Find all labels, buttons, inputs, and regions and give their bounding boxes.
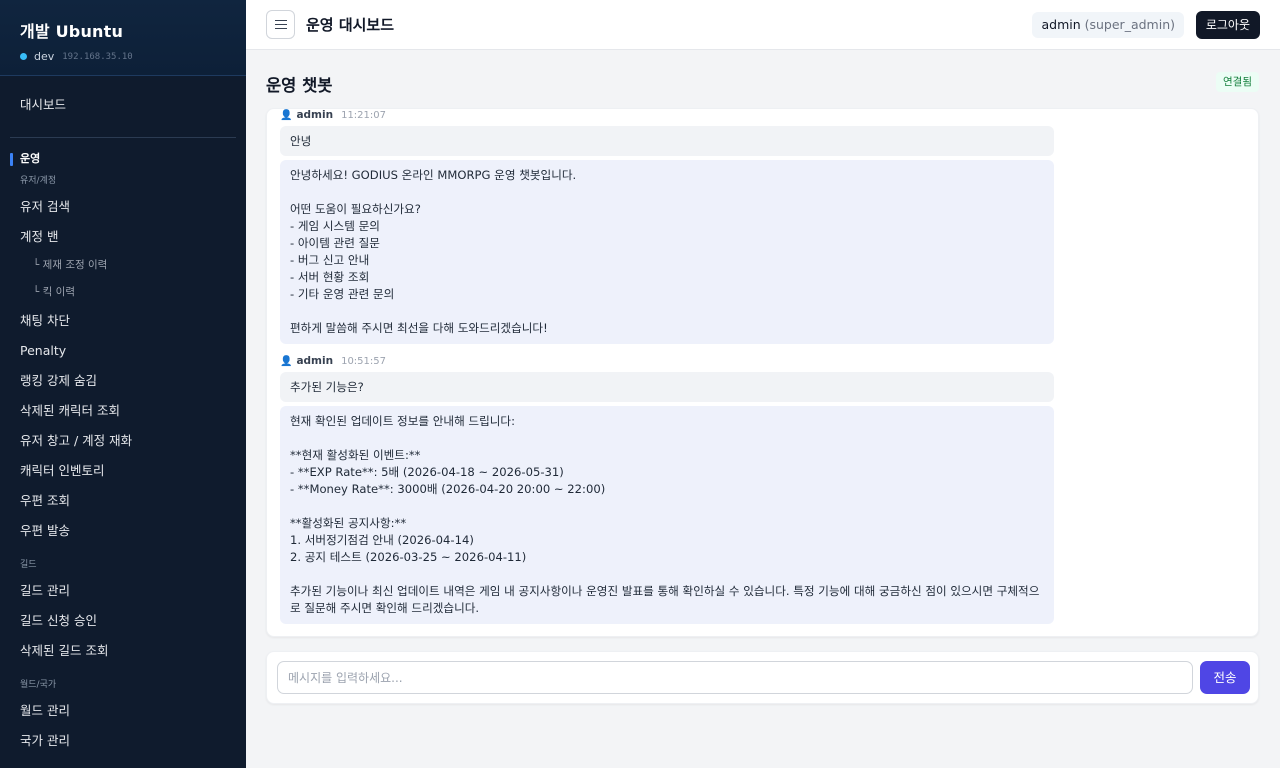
message-meta: 👤 admin 11:21:07 <box>280 109 386 121</box>
sidebar-item-nation-manage[interactable]: 국가 관리 <box>0 726 246 756</box>
sidebar-subitem-kick-history[interactable]: └ 킥 이력 <box>0 279 246 306</box>
sidebar-subitem-sanction-history[interactable]: └ 제재 조정 이력 <box>0 252 246 279</box>
bot-message-bubble: 안녕하세요! GODIUS 온라인 MMORPG 운영 챗봇입니다. 어떤 도움… <box>280 160 1054 344</box>
server-env: dev 192.168.35.10 <box>20 50 226 63</box>
message-input[interactable] <box>277 661 1193 694</box>
page-title: 운영 대시보드 <box>306 16 395 34</box>
sidebar-divider <box>10 137 236 138</box>
user-message-bubble: 추가된 기능은? <box>280 372 1054 402</box>
chat-log[interactable]: 👤 admin 11:21:07 안녕 안녕하세요! GODIUS 온라인 MM… <box>266 108 1259 637</box>
username: admin <box>1041 17 1081 32</box>
user-icon: 👤 <box>280 109 293 121</box>
user-role: (super_admin) <box>1084 17 1175 32</box>
sidebar-section-guild: 길드 <box>20 560 37 570</box>
logout-button[interactable]: 로그아웃 <box>1195 11 1260 39</box>
hamburger-icon <box>274 20 287 28</box>
user-chip: admin (super_admin) <box>1032 12 1184 38</box>
message-time: 11:21:07 <box>341 109 386 121</box>
sidebar-item-ranking-hide[interactable]: 랭킹 강제 숨김 <box>0 366 246 396</box>
sidebar-item-user-storage[interactable]: 유저 창고 / 계정 재화 <box>0 426 246 456</box>
sidebar-nav: 대시보드 운영 유저/계정 유저 검색 계정 밴 └ 제재 조정 이력 └ 킥 … <box>0 76 246 756</box>
sidebar-section-ops-active[interactable]: 운영 <box>0 148 246 170</box>
sidebar-item-character-inventory[interactable]: 캐릭터 인벤토리 <box>0 456 246 486</box>
sidebar-section-user: 유저/계정 <box>20 176 57 186</box>
sidebar-section-world: 월드/국가 <box>20 680 57 690</box>
message-user: admin <box>296 109 334 121</box>
chatbot-title: 운영 챗봇 <box>266 76 333 95</box>
message-meta: 👤 admin 10:51:57 <box>280 355 386 367</box>
sidebar-item-world-manage[interactable]: 월드 관리 <box>0 696 246 726</box>
top-header: 운영 대시보드 admin (super_admin) 로그아웃 <box>246 0 1280 50</box>
message-time: 10:51:57 <box>341 355 386 367</box>
user-message-bubble: 안녕 <box>280 126 1054 156</box>
status-dot-icon <box>20 53 27 60</box>
sidebar-item-mail-search[interactable]: 우편 조회 <box>0 486 246 516</box>
message-user: admin <box>296 355 334 367</box>
sidebar-item-dashboard[interactable]: 대시보드 <box>0 92 246 122</box>
sidebar-item-penalty[interactable]: Penalty <box>0 336 246 366</box>
sidebar-header: 개발 Ubuntu dev 192.168.35.10 <box>0 0 246 76</box>
user-icon: 👤 <box>280 355 293 367</box>
menu-toggle-button[interactable] <box>266 10 295 39</box>
sidebar-item-mail-send[interactable]: 우편 발송 <box>0 516 246 546</box>
server-title: 개발 Ubuntu <box>20 22 124 41</box>
sidebar-item-user-search[interactable]: 유저 검색 <box>0 192 246 222</box>
sidebar-item-chat-block[interactable]: 채팅 차단 <box>0 306 246 336</box>
sidebar-item-guild-approve[interactable]: 길드 신청 승인 <box>0 606 246 636</box>
env-label: dev <box>34 50 55 63</box>
sidebar-item-deleted-guilds[interactable]: 삭제된 길드 조회 <box>0 636 246 666</box>
send-button[interactable]: 전송 <box>1200 661 1250 694</box>
sidebar-item-account-ban[interactable]: 계정 밴 <box>0 222 246 252</box>
sidebar-item-guild-manage[interactable]: 길드 관리 <box>0 576 246 606</box>
server-ip: 192.168.35.10 <box>62 51 133 62</box>
message-composer: 전송 <box>266 651 1259 704</box>
connection-status-badge: 연결됨 <box>1216 72 1259 92</box>
bot-message-bubble: 현재 확인된 업데이트 정보를 안내해 드립니다: **현재 활성화된 이벤트:… <box>280 406 1054 624</box>
sidebar: 개발 Ubuntu dev 192.168.35.10 대시보드 운영 유저/계… <box>0 0 246 768</box>
sidebar-item-deleted-characters[interactable]: 삭제된 캐릭터 조회 <box>0 396 246 426</box>
